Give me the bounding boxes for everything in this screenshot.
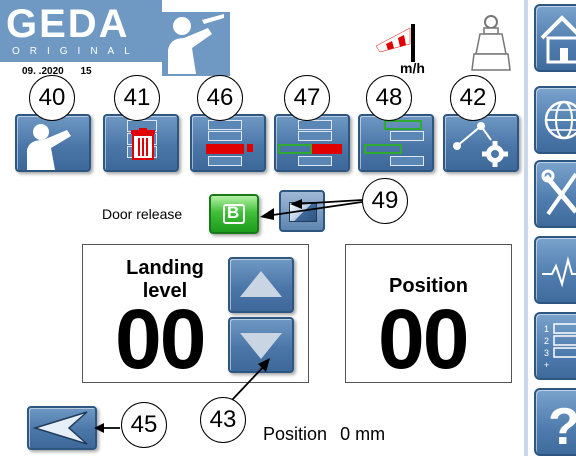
callout-49: 49 [362,178,408,224]
svg-text:?: ? [548,398,576,454]
operator-button[interactable] [15,114,91,172]
callout-43: 43 [200,397,246,443]
position-panel: Position 00 [345,244,512,386]
svg-text:2: 2 [544,336,549,346]
landing-level-value: 00 [115,292,206,386]
trash-icon [131,128,155,160]
sidebar-home-button[interactable] [534,4,576,72]
arrow-up-icon [240,271,282,297]
back-arrow-icon [32,411,88,445]
delete-level-button[interactable] [190,114,266,172]
callout-42: 42 [450,75,496,121]
callout-48: 48 [366,75,412,121]
svg-text:3: 3 [544,348,549,358]
sidebar-divider [524,0,528,456]
operator-icon [27,124,71,170]
door-release-label: Door release [102,206,183,222]
callout-40: 40 [29,75,75,121]
level-up-button[interactable] [228,257,294,313]
logo-figure-icon [162,12,230,76]
sidebar-signal-button[interactable] [534,236,576,304]
settings-button[interactable] [443,114,519,172]
sidebar-tools-button[interactable] [534,160,576,228]
logo-text: GEDA [6,2,130,46]
wind-unit: m/h [400,60,425,76]
geda-logo: GEDA ORIGINAL [0,0,162,62]
footer-position: Position 0 mm [263,424,386,444]
position-value: 00 [378,292,469,386]
add-delete-level-button[interactable] [274,114,350,172]
callout-47: 47 [284,75,330,121]
door-b-label: B [227,203,240,222]
svg-text:1: 1 [544,324,549,334]
callout-41: 41 [114,75,160,121]
time-text: 15 [80,66,92,77]
settings-icon [453,122,508,167]
callout-49-pointer [260,199,363,220]
globe-icon [544,100,576,140]
delete-all-button[interactable] [103,114,179,172]
home-icon [540,15,576,64]
sidebar-globe-button[interactable] [534,86,576,154]
windsock-icon [372,22,420,62]
level-list-button[interactable] [358,114,434,172]
sidebar-list-button[interactable]: 1 2 3 + [534,312,576,380]
door-release-b-button[interactable]: B [209,194,259,234]
callout-46: 46 [197,75,243,121]
callout-45: 45 [121,402,167,448]
tools-icon [541,169,576,216]
svg-text:+: + [544,360,549,370]
weight-icon [470,14,512,72]
signal-icon [542,256,576,288]
back-button[interactable] [27,406,97,450]
sidebar-help-button[interactable]: ? [534,388,576,456]
callout-45-pointer [94,423,120,433]
numbered-list-icon: 1 2 3 + [544,323,576,370]
logo-subtitle: ORIGINAL [12,46,140,57]
help-icon: ? [548,398,576,454]
